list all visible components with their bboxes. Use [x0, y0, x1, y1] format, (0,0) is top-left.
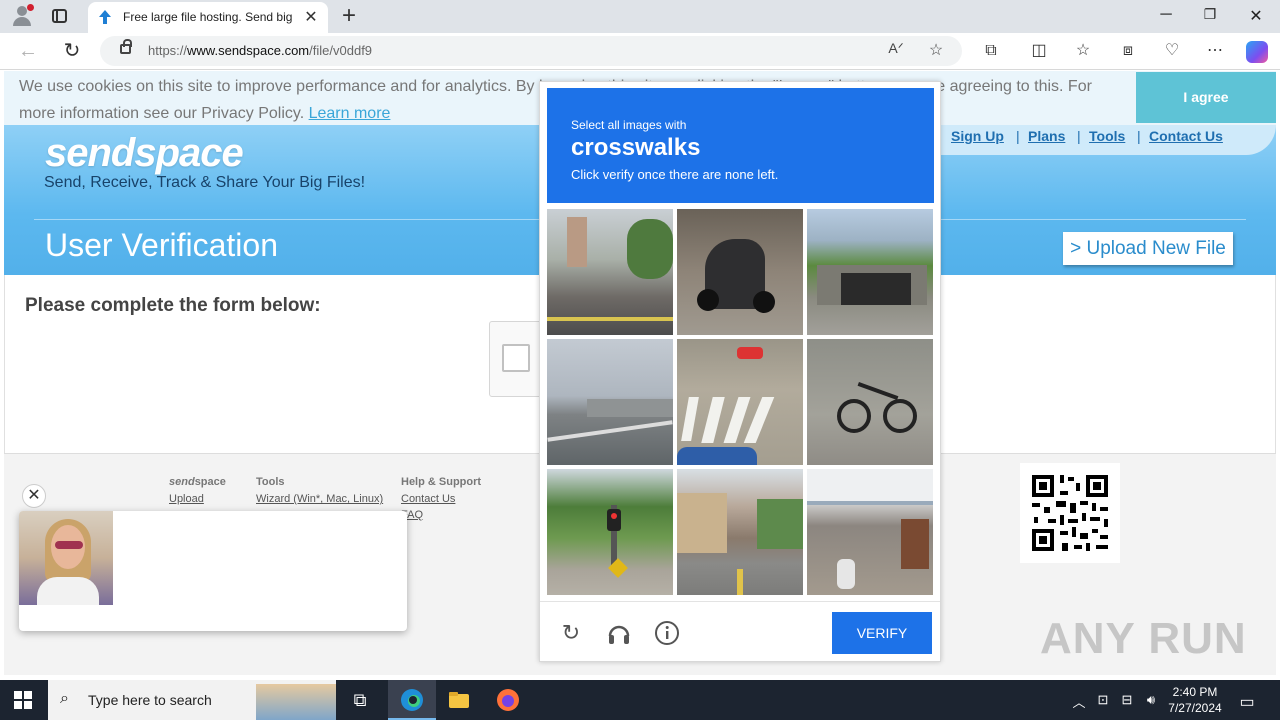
captcha-tile[interactable]	[677, 209, 803, 335]
captcha-tile[interactable]	[547, 209, 673, 335]
favorite-star-icon[interactable]: ☆	[926, 40, 946, 60]
nav-separator: |	[1016, 128, 1020, 144]
nav-contact-us[interactable]: Contact Us	[1149, 128, 1223, 144]
anyrun-watermark: ANY RUN	[1040, 614, 1247, 663]
captcha-tile[interactable]	[677, 469, 803, 595]
learn-more-link[interactable]: Learn more	[309, 105, 391, 122]
minimize-icon[interactable]: ─	[1156, 6, 1176, 24]
taskbar-search[interactable]: ⌕ Type here to search	[48, 680, 336, 720]
nav-separator: |	[1077, 128, 1081, 144]
captcha-challenge: Select all images with crosswalks Click …	[539, 81, 941, 662]
sendspace-logo[interactable]: sendspace	[45, 131, 244, 176]
lock-icon[interactable]	[120, 39, 132, 54]
refresh-challenge-icon[interactable]: ↻	[558, 620, 584, 646]
extensions-icon[interactable]: ⧉	[980, 41, 1002, 61]
volume-icon[interactable]: 🔊︎	[1142, 692, 1160, 708]
page-title: User Verification	[45, 227, 278, 263]
refresh-icon[interactable]: ↻	[61, 40, 83, 62]
new-tab-button[interactable]: +	[338, 3, 360, 29]
search-placeholder: Type here to search	[88, 692, 212, 708]
favorites-icon[interactable]: ☆	[1072, 41, 1094, 61]
start-windows-icon[interactable]	[14, 691, 32, 709]
popup-ad[interactable]	[19, 511, 407, 631]
nav-plans[interactable]: Plans	[1028, 128, 1065, 144]
verify-button[interactable]: VERIFY	[832, 612, 932, 654]
tab-actions-icon[interactable]	[52, 9, 67, 23]
footer-link-wizard[interactable]: Wizard (Win*, Mac, Linux)	[256, 493, 383, 505]
more-menu-icon[interactable]: ⋯	[1204, 41, 1226, 61]
tagline: Send, Receive, Track & Share Your Big Fi…	[44, 174, 366, 191]
tray-app-icon[interactable]: ⊡	[1094, 692, 1112, 708]
copilot-icon[interactable]	[1246, 41, 1268, 63]
edge-icon[interactable]	[400, 688, 424, 712]
browser-tab-bar: Free large file hosting. Send big f ✕ + …	[0, 0, 1280, 33]
captcha-tile[interactable]	[547, 469, 673, 595]
browser-tab[interactable]: Free large file hosting. Send big f ✕	[88, 2, 328, 33]
clock-time: 2:40 PM	[1172, 685, 1218, 699]
browser-essentials-icon[interactable]: ♡	[1161, 41, 1183, 61]
ad-photo[interactable]	[19, 511, 113, 605]
captcha-footer: ↻ VERIFY	[540, 601, 940, 662]
search-highlight-image	[256, 684, 336, 720]
clock-date: 7/27/2024	[1168, 701, 1222, 715]
back-icon[interactable]: ←	[17, 40, 39, 62]
profile-icon[interactable]	[10, 4, 34, 28]
show-hidden-icons[interactable]: ︿	[1070, 692, 1088, 711]
url-text[interactable]: https://www.sendspace.com/file/v0ddf9	[148, 43, 372, 58]
windows-taskbar: ⌕ Type here to search ⧉ ︿ ⊡ ⊟ 🔊︎ 2:40 PM…	[0, 680, 1280, 720]
nav-tools[interactable]: Tools	[1089, 128, 1125, 144]
info-icon[interactable]	[654, 620, 680, 646]
captcha-tile[interactable]	[547, 339, 673, 465]
audio-challenge-icon[interactable]	[606, 620, 632, 646]
captcha-image-grid	[547, 209, 934, 595]
agree-button[interactable]: I agree	[1136, 72, 1276, 123]
network-icon[interactable]: ⊟	[1118, 692, 1136, 708]
search-icon: ⌕	[60, 690, 69, 707]
file-explorer-icon[interactable]	[447, 688, 471, 712]
footer-col-tools-title: Tools	[256, 476, 285, 488]
taskbar-clock[interactable]: 2:40 PM 7/27/2024	[1160, 684, 1230, 716]
captcha-prompt: Select all images with crosswalks Click …	[547, 88, 934, 203]
nav-sign-up[interactable]: Sign Up	[951, 128, 1004, 144]
captcha-tile[interactable]	[807, 469, 933, 595]
restore-icon[interactable]: ❐	[1200, 6, 1220, 23]
footer-link-contact-us[interactable]: Contact Us	[401, 493, 455, 505]
task-view-icon[interactable]: ⧉	[348, 688, 372, 712]
footer-link-upload[interactable]: Upload	[169, 493, 204, 505]
tab-title: Free large file hosting. Send big f	[123, 10, 293, 24]
captcha-tile[interactable]	[807, 339, 933, 465]
url-bar[interactable]: https://www.sendspace.com/file/v0ddf9 Aᐟ…	[100, 36, 962, 66]
footer-col-sendspace-title: sendspace	[169, 476, 226, 488]
address-toolbar: ← ↻ https://www.sendspace.com/file/v0ddf…	[0, 33, 1280, 70]
upload-new-file-button[interactable]: > Upload New File	[1063, 232, 1233, 265]
sendspace-favicon-icon	[99, 10, 111, 24]
split-screen-icon[interactable]: ◫	[1028, 41, 1050, 61]
captcha-prompt-pre: Select all images with	[571, 118, 687, 132]
form-title: Please complete the form below:	[25, 295, 321, 316]
captcha-prompt-word: crosswalks	[571, 134, 701, 161]
captcha-tile[interactable]	[677, 339, 803, 465]
captcha-checkbox[interactable]	[502, 344, 530, 372]
notifications-icon[interactable]: ▭	[1238, 692, 1256, 712]
collections-icon[interactable]: ⧈	[1117, 41, 1139, 61]
captcha-prompt-sub: Click verify once there are none left.	[571, 167, 779, 182]
ad-close-button[interactable]: ✕	[22, 484, 46, 508]
qr-code	[1020, 463, 1120, 563]
firefox-icon[interactable]	[496, 688, 520, 712]
footer-col-help-title: Help & Support	[401, 476, 482, 488]
tab-close-icon[interactable]: ✕	[302, 7, 320, 27]
window-close-icon[interactable]: ✕	[1246, 6, 1266, 26]
nav-separator: |	[1137, 128, 1141, 144]
captcha-tile[interactable]	[807, 209, 933, 335]
read-aloud-icon[interactable]: Aᐟ	[886, 40, 906, 57]
